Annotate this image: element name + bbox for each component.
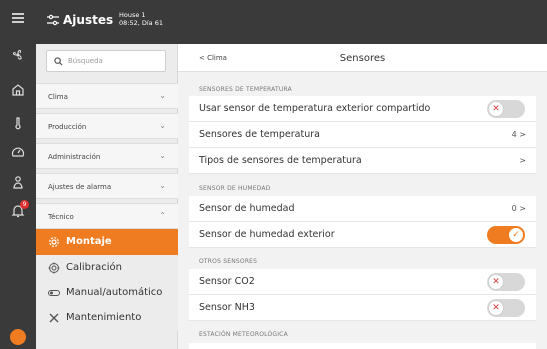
- section-header-temperature: SENSORES DE TEMPERATURA: [199, 86, 292, 93]
- sidebar-item-label: Producción: [48, 123, 87, 131]
- hamburger-icon: [12, 13, 24, 23]
- sidebar-item-label: Mantenimiento: [66, 312, 142, 323]
- rail-gauge-button[interactable]: [0, 137, 36, 167]
- nav-rail: 9: [0, 0, 36, 349]
- sidebar-item-mantenimiento[interactable]: Mantenimiento: [36, 305, 178, 331]
- rail-house-button[interactable]: [0, 75, 36, 105]
- fan-icon: [12, 49, 22, 60]
- rail-fan-button[interactable]: [0, 40, 36, 70]
- chevron-down-icon: ⌄: [159, 91, 166, 100]
- row-label: Sensor NH3: [199, 302, 255, 313]
- chevron-down-icon: ⌄: [159, 181, 166, 190]
- gauge-icon: [11, 147, 25, 157]
- gear-icon: [49, 237, 59, 247]
- row-temp-sensor-types[interactable]: Tipos de sensores de temperatura >: [189, 148, 536, 174]
- chevron-down-icon: ⌄: [159, 151, 166, 160]
- panel-title: Sensores: [339, 53, 386, 64]
- sidebar-item-montaje[interactable]: Montaje: [36, 229, 178, 255]
- section-header-humidity: SENSOR DE HUMEDAD: [199, 185, 271, 192]
- thermometer-icon: [15, 117, 21, 130]
- panel-header: < Clima Sensores: [178, 44, 547, 72]
- alarm-count-badge: 9: [20, 200, 29, 209]
- shared-outdoor-temp-toggle[interactable]: ✕: [487, 100, 525, 118]
- house-time: 08:52, Día 61: [119, 19, 163, 27]
- row-humidity-sensor[interactable]: Sensor de humedad 0 >: [189, 196, 536, 222]
- co2-sensor-toggle[interactable]: ✕: [487, 273, 525, 291]
- sensors-panel: < Clima Sensores SENSORES DE TEMPERATURA…: [178, 44, 547, 349]
- menu-button[interactable]: [0, 3, 36, 33]
- rail-thermometer-button[interactable]: [0, 108, 36, 138]
- search-input[interactable]: Búsqueda: [46, 50, 166, 72]
- close-icon: ✕: [488, 274, 504, 290]
- row-temp-sensors[interactable]: Sensores de temperatura 4 >: [189, 122, 536, 148]
- sidebar-item-tecnico[interactable]: Técnico ⌃: [36, 203, 178, 229]
- person-icon: [13, 176, 23, 189]
- settings-sidebar: Búsqueda Clima ⌄ Producción ⌄ Administra…: [36, 44, 178, 349]
- section-header-weather: ESTACIÓN METEOROLÓGICA: [199, 331, 288, 338]
- row-value: 0 >: [511, 204, 526, 213]
- rail-person-button[interactable]: [0, 167, 36, 197]
- sidebar-item-label: Manual/automático: [66, 287, 163, 298]
- sidebar-item-clima[interactable]: Clima ⌄: [36, 83, 178, 109]
- section-header-other: OTROS SENSORES: [199, 258, 258, 265]
- outdoor-humidity-toggle[interactable]: ✓: [487, 226, 525, 244]
- top-bar: Ajustes House 1 08:52, Día 61: [36, 0, 547, 44]
- row-co2-sensor: Sensor CO2 ✕: [189, 269, 536, 295]
- sidebar-item-produccion[interactable]: Producción ⌄: [36, 113, 178, 139]
- sidebar-item-label: Administración: [48, 153, 101, 161]
- row-label: Tipos de sensores de temperatura: [199, 155, 362, 166]
- tools-icon: [49, 313, 59, 323]
- row-weather-partial: [189, 343, 536, 349]
- target-icon: [48, 262, 60, 274]
- chevron-right-icon: >: [519, 156, 526, 165]
- row-label: Sensores de temperatura: [199, 129, 320, 140]
- sidebar-item-ajustes-alarma[interactable]: Ajustes de alarma ⌄: [36, 173, 178, 199]
- avatar[interactable]: [10, 329, 26, 345]
- sidebar-item-label: Calibración: [66, 262, 122, 273]
- row-label: Usar sensor de temperatura exterior comp…: [199, 103, 431, 114]
- house-icon: [12, 84, 24, 96]
- sidebar-item-manual-automatico[interactable]: Manual/automático: [36, 280, 178, 306]
- check-icon: ✓: [508, 227, 524, 243]
- row-outdoor-humidity: Sensor de humedad exterior ✓: [189, 222, 536, 248]
- row-label: Sensor de humedad exterior: [199, 229, 335, 240]
- app-root: 9 Ajustes House 1 08:52, Día 61 Búsqueda…: [0, 0, 547, 349]
- row-label: Sensor de humedad: [199, 203, 295, 214]
- chevron-down-icon: ⌄: [159, 121, 166, 130]
- row-nh3-sensor: Sensor NH3 ✕: [189, 295, 536, 321]
- close-icon: ✕: [488, 101, 504, 117]
- house-name: House 1: [119, 11, 146, 19]
- sidebar-item-label: Ajustes de alarma: [48, 183, 112, 191]
- search-icon: [54, 57, 63, 66]
- row-shared-outdoor-temp: Usar sensor de temperatura exterior comp…: [189, 96, 536, 122]
- sidebar-item-calibracion[interactable]: Calibración: [36, 255, 178, 281]
- search-placeholder: Búsqueda: [68, 57, 103, 65]
- settings-sliders-icon: [47, 14, 59, 26]
- page-title: Ajustes: [63, 13, 114, 27]
- close-icon: ✕: [488, 300, 504, 316]
- chevron-up-icon: ⌃: [159, 211, 166, 220]
- sidebar-item-label: Técnico: [48, 213, 74, 221]
- row-value: 4 >: [511, 130, 526, 139]
- sidebar-item-label: Montaje: [66, 236, 112, 247]
- sidebar-item-administracion[interactable]: Administración ⌄: [36, 143, 178, 169]
- sidebar-item-label: Clima: [48, 93, 68, 101]
- house-selector[interactable]: House 1 08:52, Día 61: [119, 11, 163, 27]
- rail-alarm-button[interactable]: 9: [0, 196, 36, 226]
- nh3-sensor-toggle[interactable]: ✕: [487, 299, 525, 317]
- toggle-icon: [48, 290, 60, 296]
- row-label: Sensor CO2: [199, 276, 255, 287]
